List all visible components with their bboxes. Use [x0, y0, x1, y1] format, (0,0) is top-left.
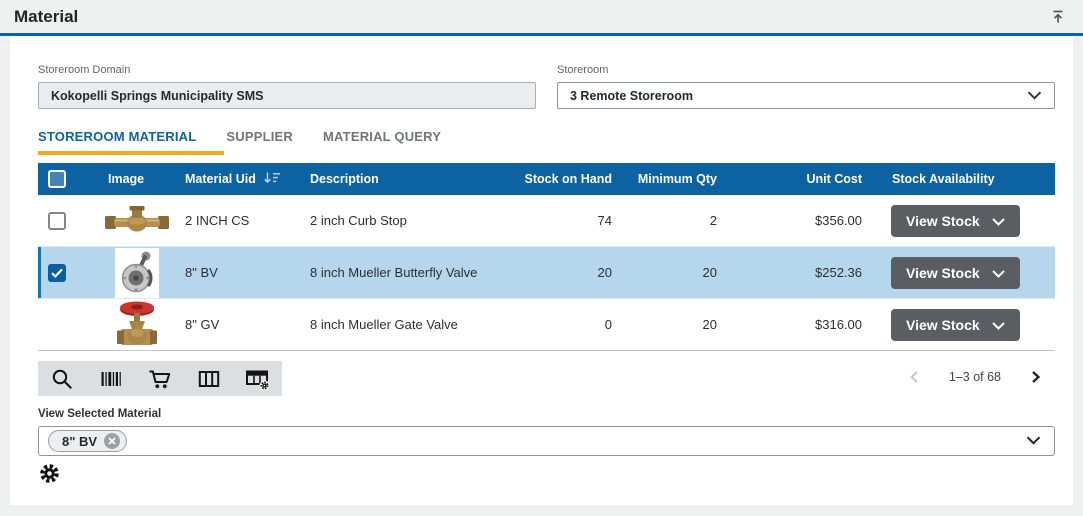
storeroom-domain-value: Kokopelli Springs Municipality SMS — [51, 89, 264, 103]
stock-on-hand: 20 — [522, 265, 622, 280]
previous-page-icon[interactable] — [907, 370, 921, 384]
view-selected-label: View Selected Material — [38, 408, 1055, 420]
content-card: Storeroom Domain Kokopelli Springs Munic… — [10, 36, 1073, 505]
row-checkbox[interactable] — [48, 212, 66, 230]
pagination-range: 1–3 of 68 — [949, 370, 1001, 384]
view-stock-button[interactable]: View Stock — [891, 205, 1020, 237]
page-title: Material — [14, 7, 78, 27]
material-image — [88, 248, 185, 298]
col-minimum-qty: Minimum Qty — [622, 172, 727, 186]
barcode-icon[interactable] — [98, 366, 124, 392]
table-settings-icon[interactable] — [245, 366, 271, 392]
tab-material-query[interactable]: MATERIAL QUERY — [323, 129, 441, 155]
settings-gear-icon[interactable] — [38, 462, 62, 486]
butterfly-valve-image — [115, 248, 159, 298]
minimum-qty: 2 — [622, 213, 727, 228]
select-all-checkbox[interactable] — [48, 170, 66, 188]
material-uid: 2 INCH CS — [185, 213, 310, 228]
tab-storeroom-material[interactable]: STOREROOM MATERIAL — [38, 129, 196, 155]
storeroom-domain-input: Kokopelli Springs Municipality SMS — [38, 82, 536, 109]
table-row[interactable]: 8" GV 8 inch Mueller Gate Valve 0 20 $31… — [38, 299, 1055, 351]
chevron-down-icon — [1026, 432, 1041, 450]
material-image — [88, 300, 185, 350]
col-description: Description — [310, 172, 522, 186]
table-row[interactable]: 2 INCH CS 2 inch Curb Stop 74 2 $356.00 … — [38, 195, 1055, 247]
unit-cost: $356.00 — [727, 213, 872, 228]
unit-cost: $316.00 — [727, 317, 872, 332]
search-icon[interactable] — [49, 366, 75, 392]
col-material-uid[interactable]: Material Uid — [185, 171, 310, 188]
top-bar: Material — [0, 0, 1083, 33]
table-toolbar — [38, 361, 282, 396]
chip-remove-icon[interactable] — [104, 433, 120, 449]
stock-on-hand: 0 — [522, 317, 622, 332]
table-header-row: Image Material Uid Description Stock on … — [38, 163, 1055, 195]
chevron-down-icon — [992, 265, 1005, 281]
selected-material-chip[interactable]: 8" BV — [48, 430, 127, 452]
view-stock-button[interactable]: View Stock — [891, 309, 1020, 341]
chevron-down-icon — [992, 213, 1005, 229]
chevron-down-icon — [1027, 89, 1042, 103]
storeroom-label: Storeroom — [557, 64, 1055, 76]
tab-bar: STOREROOM MATERIAL SUPPLIER MATERIAL QUE… — [38, 129, 441, 155]
storeroom-domain-field: Storeroom Domain Kokopelli Springs Munic… — [38, 64, 536, 109]
material-table: Image Material Uid Description Stock on … — [38, 163, 1055, 351]
filter-form: Storeroom Domain Kokopelli Springs Munic… — [38, 64, 1055, 109]
table-footer: 1–3 of 68 — [38, 361, 1055, 396]
stock-on-hand: 74 — [522, 213, 622, 228]
col-stock-on-hand: Stock on Hand — [522, 172, 622, 186]
gate-valve-image — [116, 300, 158, 350]
table-row[interactable]: 8" BV 8 inch Mueller Butterfly Valve 20 … — [38, 247, 1055, 299]
collapse-top-icon[interactable] — [1049, 8, 1067, 26]
cart-icon[interactable] — [147, 366, 173, 392]
material-image — [88, 206, 185, 236]
unit-cost: $252.36 — [727, 265, 872, 280]
tab-supplier[interactable]: SUPPLIER — [226, 129, 293, 155]
material-uid: 8" BV — [185, 265, 310, 280]
chevron-down-icon — [992, 317, 1005, 333]
material-uid: 8" GV — [185, 317, 310, 332]
curb-stop-image — [105, 206, 169, 236]
material-screen: Material Storeroom Domain Kokopelli Spri… — [0, 0, 1083, 33]
sort-icon — [263, 171, 281, 188]
columns-icon[interactable] — [196, 366, 222, 392]
col-image: Image — [88, 172, 185, 186]
view-selected-section: View Selected Material 8" BV — [38, 408, 1055, 456]
material-description: 8 inch Mueller Butterfly Valve — [310, 265, 522, 280]
row-checkbox[interactable] — [48, 264, 66, 282]
view-selected-select[interactable]: 8" BV — [38, 426, 1055, 456]
col-unit-cost: Unit Cost — [727, 172, 872, 186]
pagination: 1–3 of 68 — [907, 370, 1055, 384]
minimum-qty: 20 — [622, 265, 727, 280]
view-stock-button[interactable]: View Stock — [891, 257, 1020, 289]
material-description: 8 inch Mueller Gate Valve — [310, 317, 522, 332]
next-page-icon[interactable] — [1029, 370, 1043, 384]
col-stock-availability: Stock Availability — [872, 172, 1055, 186]
storeroom-field: Storeroom 3 Remote Storeroom — [557, 64, 1055, 109]
storeroom-select[interactable]: 3 Remote Storeroom — [557, 82, 1055, 109]
storeroom-value: 3 Remote Storeroom — [570, 89, 693, 103]
storeroom-domain-label: Storeroom Domain — [38, 64, 536, 76]
minimum-qty: 20 — [622, 317, 727, 332]
material-description: 2 inch Curb Stop — [310, 213, 522, 228]
